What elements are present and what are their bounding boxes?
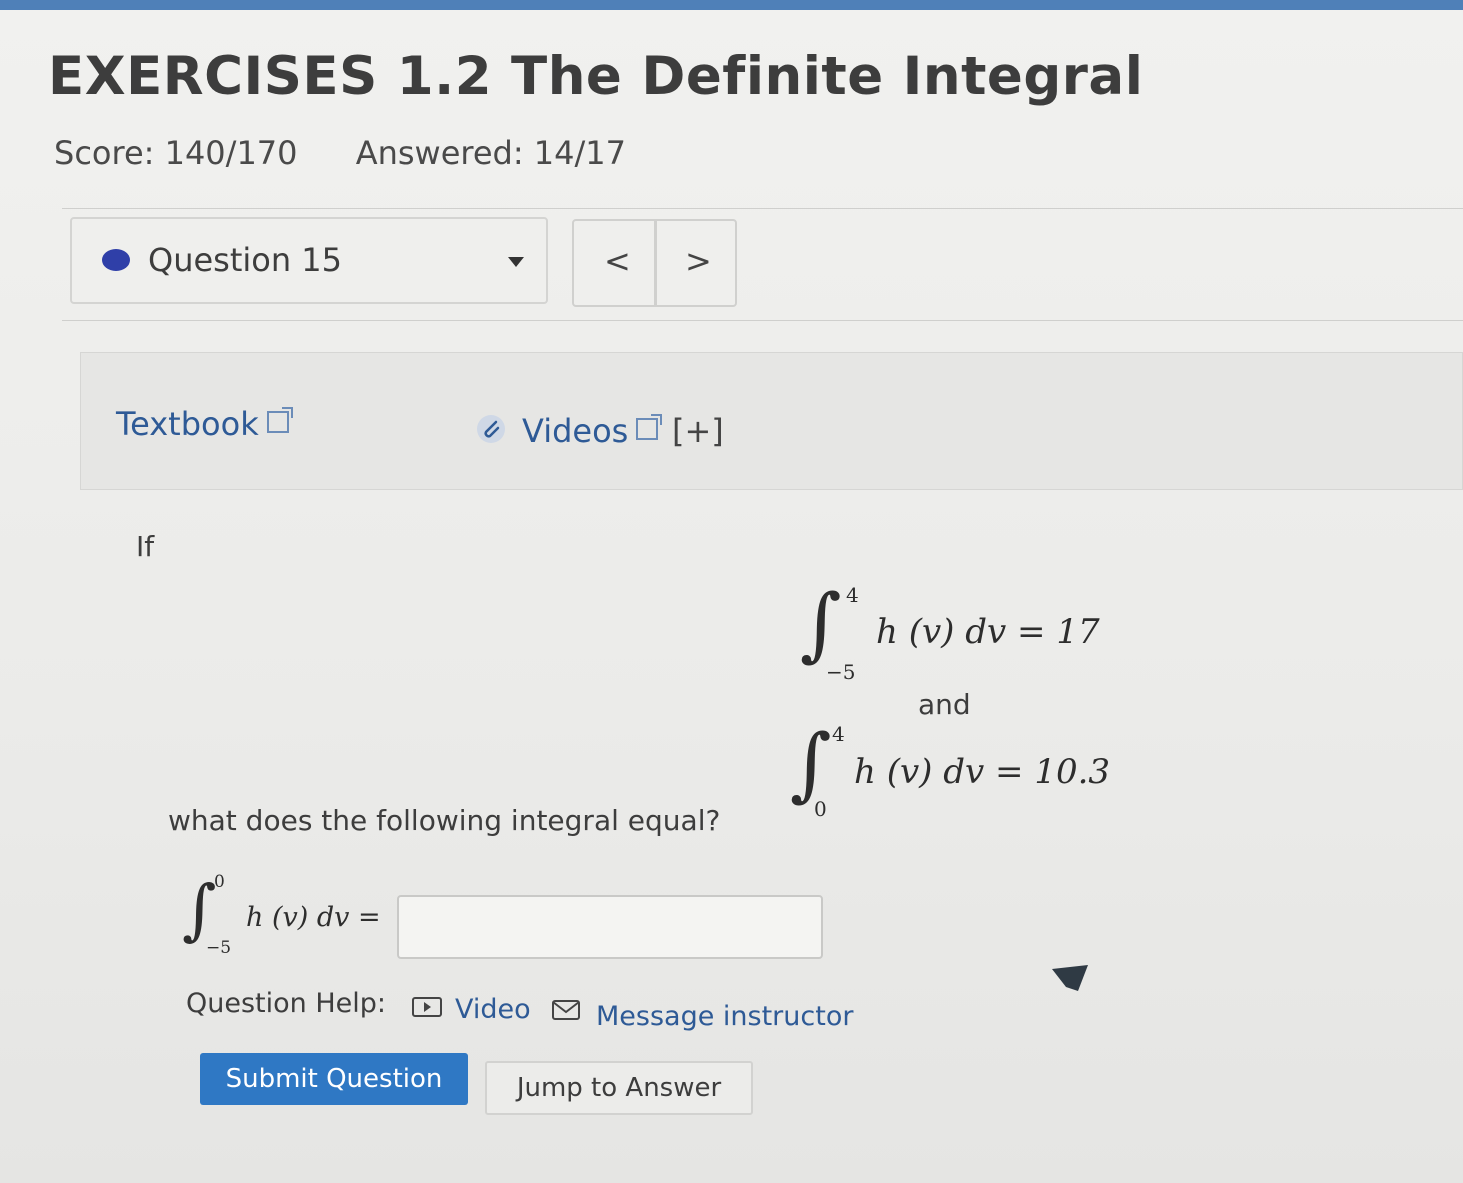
pointer-icon — [1052, 965, 1088, 991]
question-status-dot-icon — [102, 249, 130, 271]
answer-input[interactable] — [397, 895, 823, 959]
answer-integral-lower-limit: −5 — [206, 938, 232, 958]
top-bar — [0, 0, 1463, 10]
paperclip-icon — [477, 415, 505, 443]
integral2-expression: h (v) dv = 10.3 — [854, 752, 1111, 792]
problem-intro: If — [136, 530, 155, 563]
integral2-upper-limit: 4 — [832, 722, 845, 746]
external-link-icon — [636, 414, 663, 440]
question-help-label: Question Help: — [186, 988, 386, 1019]
videos-link[interactable]: Videos — [522, 412, 663, 450]
submit-question-button[interactable]: Submit Question — [200, 1053, 468, 1105]
external-link-icon — [266, 407, 293, 433]
answer-integral-expression: h (v) dv = — [246, 902, 381, 933]
integral1-lower-limit: −5 — [826, 660, 856, 684]
caret-down-icon — [508, 257, 524, 267]
problem-connector: and — [918, 688, 971, 721]
arrow-separator — [654, 221, 657, 305]
integral2-lower-limit: 0 — [814, 797, 827, 821]
question-select[interactable]: Question 15 — [70, 217, 548, 304]
answered-label: Answered: 14/17 — [355, 134, 627, 172]
score-label: Score: 140/170 — [54, 134, 298, 172]
jump-to-answer-button[interactable]: Jump to Answer — [485, 1061, 753, 1115]
question-select-label: Question 15 — [148, 241, 343, 279]
video-play-icon — [412, 997, 442, 1017]
videos-link-label: Videos — [522, 412, 629, 450]
textbook-link[interactable]: Textbook — [116, 405, 293, 443]
prev-question-button[interactable]: < — [604, 241, 631, 281]
problem-question: what does the following integral equal? — [168, 804, 721, 837]
page-title: EXERCISES 1.2 The Definite Integral — [48, 46, 1144, 107]
integral1-expression: h (v) dv = 17 — [876, 612, 1100, 652]
divider-middle — [62, 320, 1463, 321]
message-instructor-link[interactable]: Message instructor — [596, 1001, 853, 1032]
answer-integral-upper-limit: 0 — [214, 872, 225, 892]
help-video-link[interactable]: Video — [455, 994, 531, 1025]
expand-videos-button[interactable]: [+] — [672, 412, 724, 450]
divider-top — [62, 208, 1463, 209]
textbook-link-label: Textbook — [116, 405, 259, 443]
question-arrows: < > — [572, 219, 737, 307]
score-line: Score: 140/170 Answered: 14/17 — [54, 134, 626, 172]
mail-icon — [552, 1000, 580, 1020]
integral1-upper-limit: 4 — [846, 583, 859, 607]
integral-sign: ∫ — [800, 577, 842, 670]
next-question-button[interactable]: > — [685, 241, 712, 281]
